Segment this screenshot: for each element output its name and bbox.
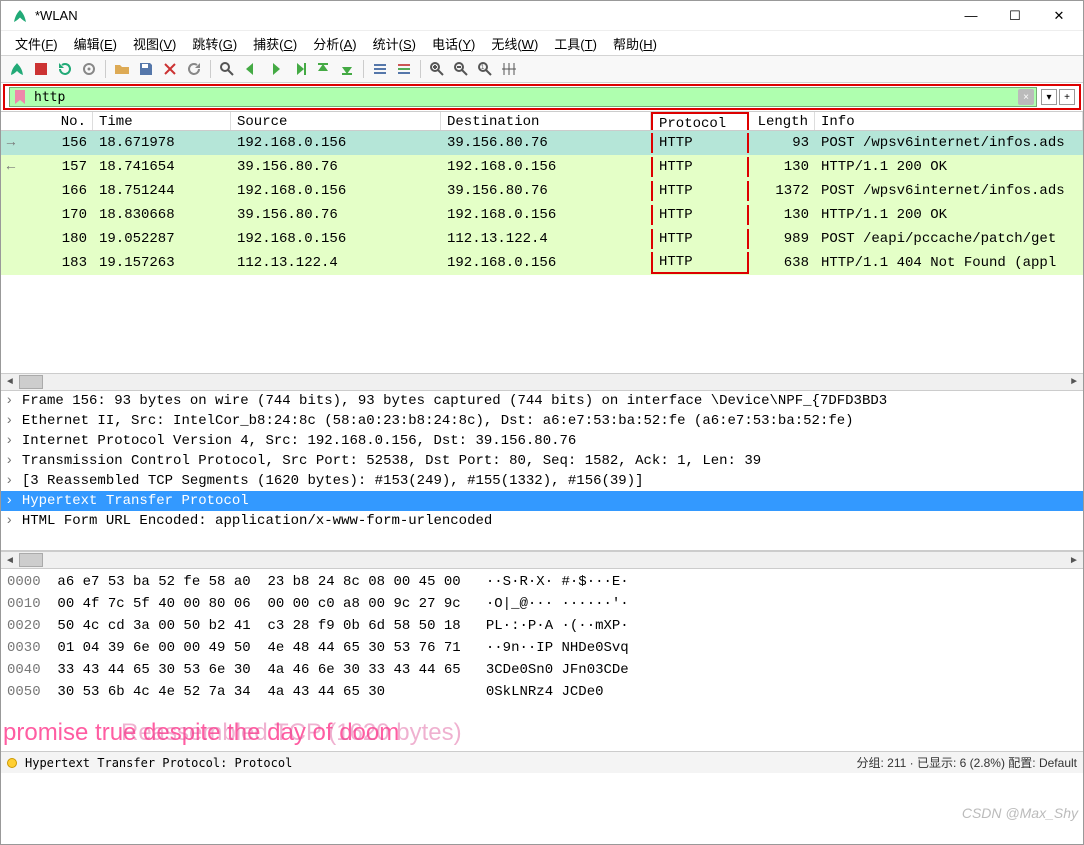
detail-row[interactable]: Hypertext Transfer Protocol (1, 491, 1083, 511)
menu-item[interactable]: 工具(T) (546, 32, 605, 55)
detail-row[interactable]: Ethernet II, Src: IntelCor_b8:24:8c (58:… (1, 411, 1083, 431)
restart-capture-icon[interactable] (55, 59, 75, 79)
status-field: Hypertext Transfer Protocol: Protocol (25, 756, 848, 770)
zoom-out-icon[interactable] (451, 59, 471, 79)
col-time[interactable]: Time (93, 112, 231, 130)
filter-dropdown-icon[interactable]: ▾ (1041, 89, 1057, 105)
csdn-watermark: CSDN @Max_Shy (962, 805, 1078, 821)
go-last-icon[interactable] (337, 59, 357, 79)
clear-filter-icon[interactable]: × (1018, 89, 1034, 105)
hex-row[interactable]: 0050 30 53 6b 4c 4e 52 7a 34 4a 43 44 65… (7, 681, 1077, 703)
packet-row[interactable]: 18319.157263112.13.122.4192.168.0.156HTT… (1, 251, 1083, 275)
col-info[interactable]: Info (815, 112, 1083, 130)
menubar: 文件(F)编辑(E)视图(V)跳转(G)捕获(C)分析(A)统计(S)电话(Y)… (1, 31, 1083, 55)
find-icon[interactable] (217, 59, 237, 79)
go-next-icon[interactable] (265, 59, 285, 79)
packet-list-hscroll[interactable]: ◄► (1, 373, 1083, 391)
minimize-button[interactable]: — (949, 1, 993, 31)
menu-item[interactable]: 电话(Y) (424, 32, 483, 55)
open-file-icon[interactable] (112, 59, 132, 79)
zoom-reset-icon[interactable]: 1 (475, 59, 495, 79)
stop-capture-icon[interactable] (31, 59, 51, 79)
filter-input[interactable] (30, 90, 1016, 105)
display-filter-field[interactable]: × (9, 87, 1037, 107)
hex-row[interactable]: 0020 50 4c cd 3a 00 50 b2 41 c3 28 f9 0b… (7, 615, 1077, 637)
reload-icon[interactable] (184, 59, 204, 79)
detail-row[interactable]: [3 Reassembled TCP Segments (1620 bytes)… (1, 471, 1083, 491)
col-source[interactable]: Source (231, 112, 441, 130)
menu-item[interactable]: 跳转(G) (184, 32, 245, 55)
titlebar: *WLAN — ☐ ✕ (1, 1, 1083, 31)
col-destination[interactable]: Destination (441, 112, 651, 130)
auto-scroll-icon[interactable] (370, 59, 390, 79)
col-protocol[interactable]: Protocol (651, 112, 749, 130)
hex-row[interactable]: 0040 33 43 44 65 30 53 6e 30 4a 46 6e 30… (7, 659, 1077, 681)
status-packets: 分组: 211 · 已显示: 6 (2.8%) 配置: Default (856, 754, 1077, 771)
menu-item[interactable]: 文件(F) (7, 32, 66, 55)
detail-row[interactable]: HTML Form URL Encoded: application/x-www… (1, 511, 1083, 531)
menu-item[interactable]: 统计(S) (365, 32, 424, 55)
maximize-button[interactable]: ☐ (993, 1, 1037, 31)
detail-row[interactable]: Frame 156: 93 bytes on wire (744 bits), … (1, 391, 1083, 411)
menu-item[interactable]: 编辑(E) (66, 32, 125, 55)
packet-list: No. Time Source Destination Protocol Len… (1, 111, 1083, 391)
resize-columns-icon[interactable] (499, 59, 519, 79)
zoom-in-icon[interactable] (427, 59, 447, 79)
filter-add-icon[interactable]: + (1059, 89, 1075, 105)
bookmark-icon[interactable] (12, 89, 28, 105)
go-first-icon[interactable] (313, 59, 333, 79)
menu-item[interactable]: 无线(W) (483, 32, 546, 55)
packet-list-header[interactable]: No. Time Source Destination Protocol Len… (1, 111, 1083, 131)
toolbar: 1 (1, 55, 1083, 83)
app-icon (11, 7, 29, 25)
colorize-icon[interactable] (394, 59, 414, 79)
hex-row[interactable]: 0010 00 4f 7c 5f 40 00 80 06 00 00 c0 a8… (7, 593, 1077, 615)
statusbar: Hypertext Transfer Protocol: Protocol 分组… (1, 751, 1083, 773)
go-prev-icon[interactable] (241, 59, 261, 79)
col-no[interactable]: No. (1, 112, 93, 130)
window-title: *WLAN (35, 8, 949, 23)
close-button[interactable]: ✕ (1037, 1, 1081, 31)
packet-details[interactable]: Frame 156: 93 bytes on wire (744 bits), … (1, 391, 1083, 551)
packet-row[interactable]: ←15718.74165439.156.80.76192.168.0.156HT… (1, 155, 1083, 179)
close-file-icon[interactable] (160, 59, 180, 79)
detail-row[interactable]: Internet Protocol Version 4, Src: 192.16… (1, 431, 1083, 451)
packet-row[interactable]: →15618.671978192.168.0.15639.156.80.76HT… (1, 131, 1083, 155)
capture-options-icon[interactable] (79, 59, 99, 79)
menu-item[interactable]: 分析(A) (305, 32, 364, 55)
packet-row[interactable]: 16618.751244192.168.0.15639.156.80.76HTT… (1, 179, 1083, 203)
packet-bytes[interactable]: 0000 a6 e7 53 ba 52 fe 58 a0 23 b8 24 8c… (1, 569, 1083, 719)
expert-info-icon[interactable] (7, 758, 17, 768)
hex-row[interactable]: 0000 a6 e7 53 ba 52 fe 58 a0 23 b8 24 8c… (7, 571, 1077, 593)
start-capture-icon[interactable] (7, 59, 27, 79)
menu-item[interactable]: 帮助(H) (605, 32, 665, 55)
menu-item[interactable]: 捕获(C) (245, 32, 305, 55)
packet-row[interactable]: 17018.83066839.156.80.76192.168.0.156HTT… (1, 203, 1083, 227)
hex-row[interactable]: 0030 01 04 39 6e 00 00 49 50 4e 48 44 65… (7, 637, 1077, 659)
save-file-icon[interactable] (136, 59, 156, 79)
col-length[interactable]: Length (749, 112, 815, 130)
menu-item[interactable]: 视图(V) (125, 32, 184, 55)
packet-row[interactable]: 18019.052287192.168.0.156112.13.122.4HTT… (1, 227, 1083, 251)
details-hscroll[interactable]: ◄► (1, 551, 1083, 569)
detail-row[interactable]: Transmission Control Protocol, Src Port:… (1, 451, 1083, 471)
go-jump-icon[interactable] (289, 59, 309, 79)
watermark-text: Reassembled TCP (1620 bytes) promise tru… (1, 719, 1083, 751)
display-filter-bar: × ▾ + (3, 84, 1081, 110)
